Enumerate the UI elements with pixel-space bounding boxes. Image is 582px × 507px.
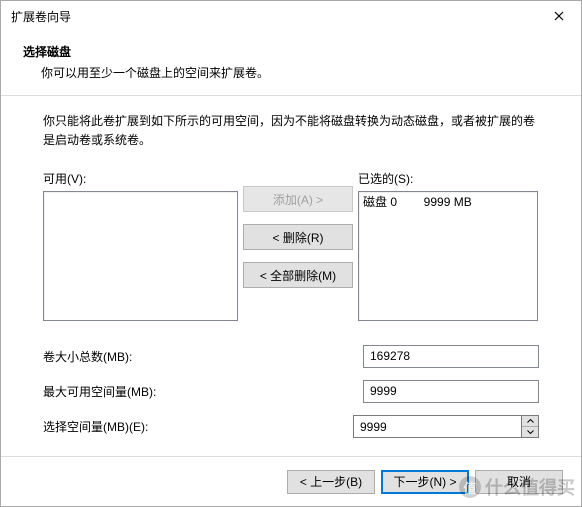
select-space-input[interactable] [353, 415, 521, 438]
close-button[interactable] [536, 1, 581, 31]
available-listbox[interactable] [43, 191, 238, 321]
spinner-up-button[interactable] [522, 416, 538, 426]
wizard-footer: < 上一步(B) 下一步(N) > 取消 [1, 456, 581, 506]
disk-selection-row: 可用(V): 添加(A) > < 删除(R) < 全部删除(M) 已选的(S):… [43, 170, 539, 321]
select-space-row: 选择空间量(MB)(E): [43, 415, 539, 438]
description-text: 你只能将此卷扩展到如下所示的可用空间，因为不能将磁盘转换为动态磁盘，或者被扩展的… [43, 112, 539, 150]
selected-column: 已选的(S): 磁盘 0 9999 MB [358, 170, 538, 321]
max-space-row: 最大可用空间量(MB): 9999 [43, 380, 539, 403]
wizard-header: 选择磁盘 你可以用至少一个磁盘上的空间来扩展卷。 [1, 31, 581, 95]
remove-button[interactable]: < 删除(R) [243, 224, 353, 250]
available-label: 可用(V): [43, 170, 238, 187]
selected-listbox[interactable]: 磁盘 0 9999 MB [358, 191, 538, 321]
selected-label: 已选的(S): [358, 170, 538, 187]
chevron-up-icon [527, 419, 534, 423]
total-size-row: 卷大小总数(MB): 169278 [43, 345, 539, 368]
list-item[interactable]: 磁盘 0 9999 MB [359, 192, 537, 211]
wizard-window: 扩展卷向导 选择磁盘 你可以用至少一个磁盘上的空间来扩展卷。 你只能将此卷扩展到… [0, 0, 582, 507]
header-subtitle: 你可以用至少一个磁盘上的空间来扩展卷。 [23, 60, 559, 81]
available-column: 可用(V): [43, 170, 238, 321]
back-button[interactable]: < 上一步(B) [287, 470, 375, 494]
window-title: 扩展卷向导 [11, 8, 536, 25]
wizard-body: 你只能将此卷扩展到如下所示的可用空间，因为不能将磁盘转换为动态磁盘，或者被扩展的… [1, 96, 581, 438]
spinner-buttons [521, 415, 539, 438]
remove-all-button[interactable]: < 全部删除(M) [243, 262, 353, 288]
add-button[interactable]: 添加(A) > [243, 186, 353, 212]
transfer-buttons-column: 添加(A) > < 删除(R) < 全部删除(M) [238, 170, 358, 300]
total-size-value: 169278 [363, 345, 539, 368]
select-space-spinner [353, 415, 539, 438]
next-button[interactable]: 下一步(N) > [381, 470, 469, 494]
spinner-down-button[interactable] [522, 426, 538, 437]
chevron-down-icon [527, 430, 534, 434]
close-icon [554, 11, 564, 21]
header-title: 选择磁盘 [23, 43, 559, 60]
select-space-label: 选择空间量(MB)(E): [43, 418, 353, 435]
total-size-label: 卷大小总数(MB): [43, 348, 363, 365]
max-space-label: 最大可用空间量(MB): [43, 383, 363, 400]
max-space-value: 9999 [363, 380, 539, 403]
cancel-button[interactable]: 取消 [475, 470, 563, 494]
titlebar: 扩展卷向导 [1, 1, 581, 31]
